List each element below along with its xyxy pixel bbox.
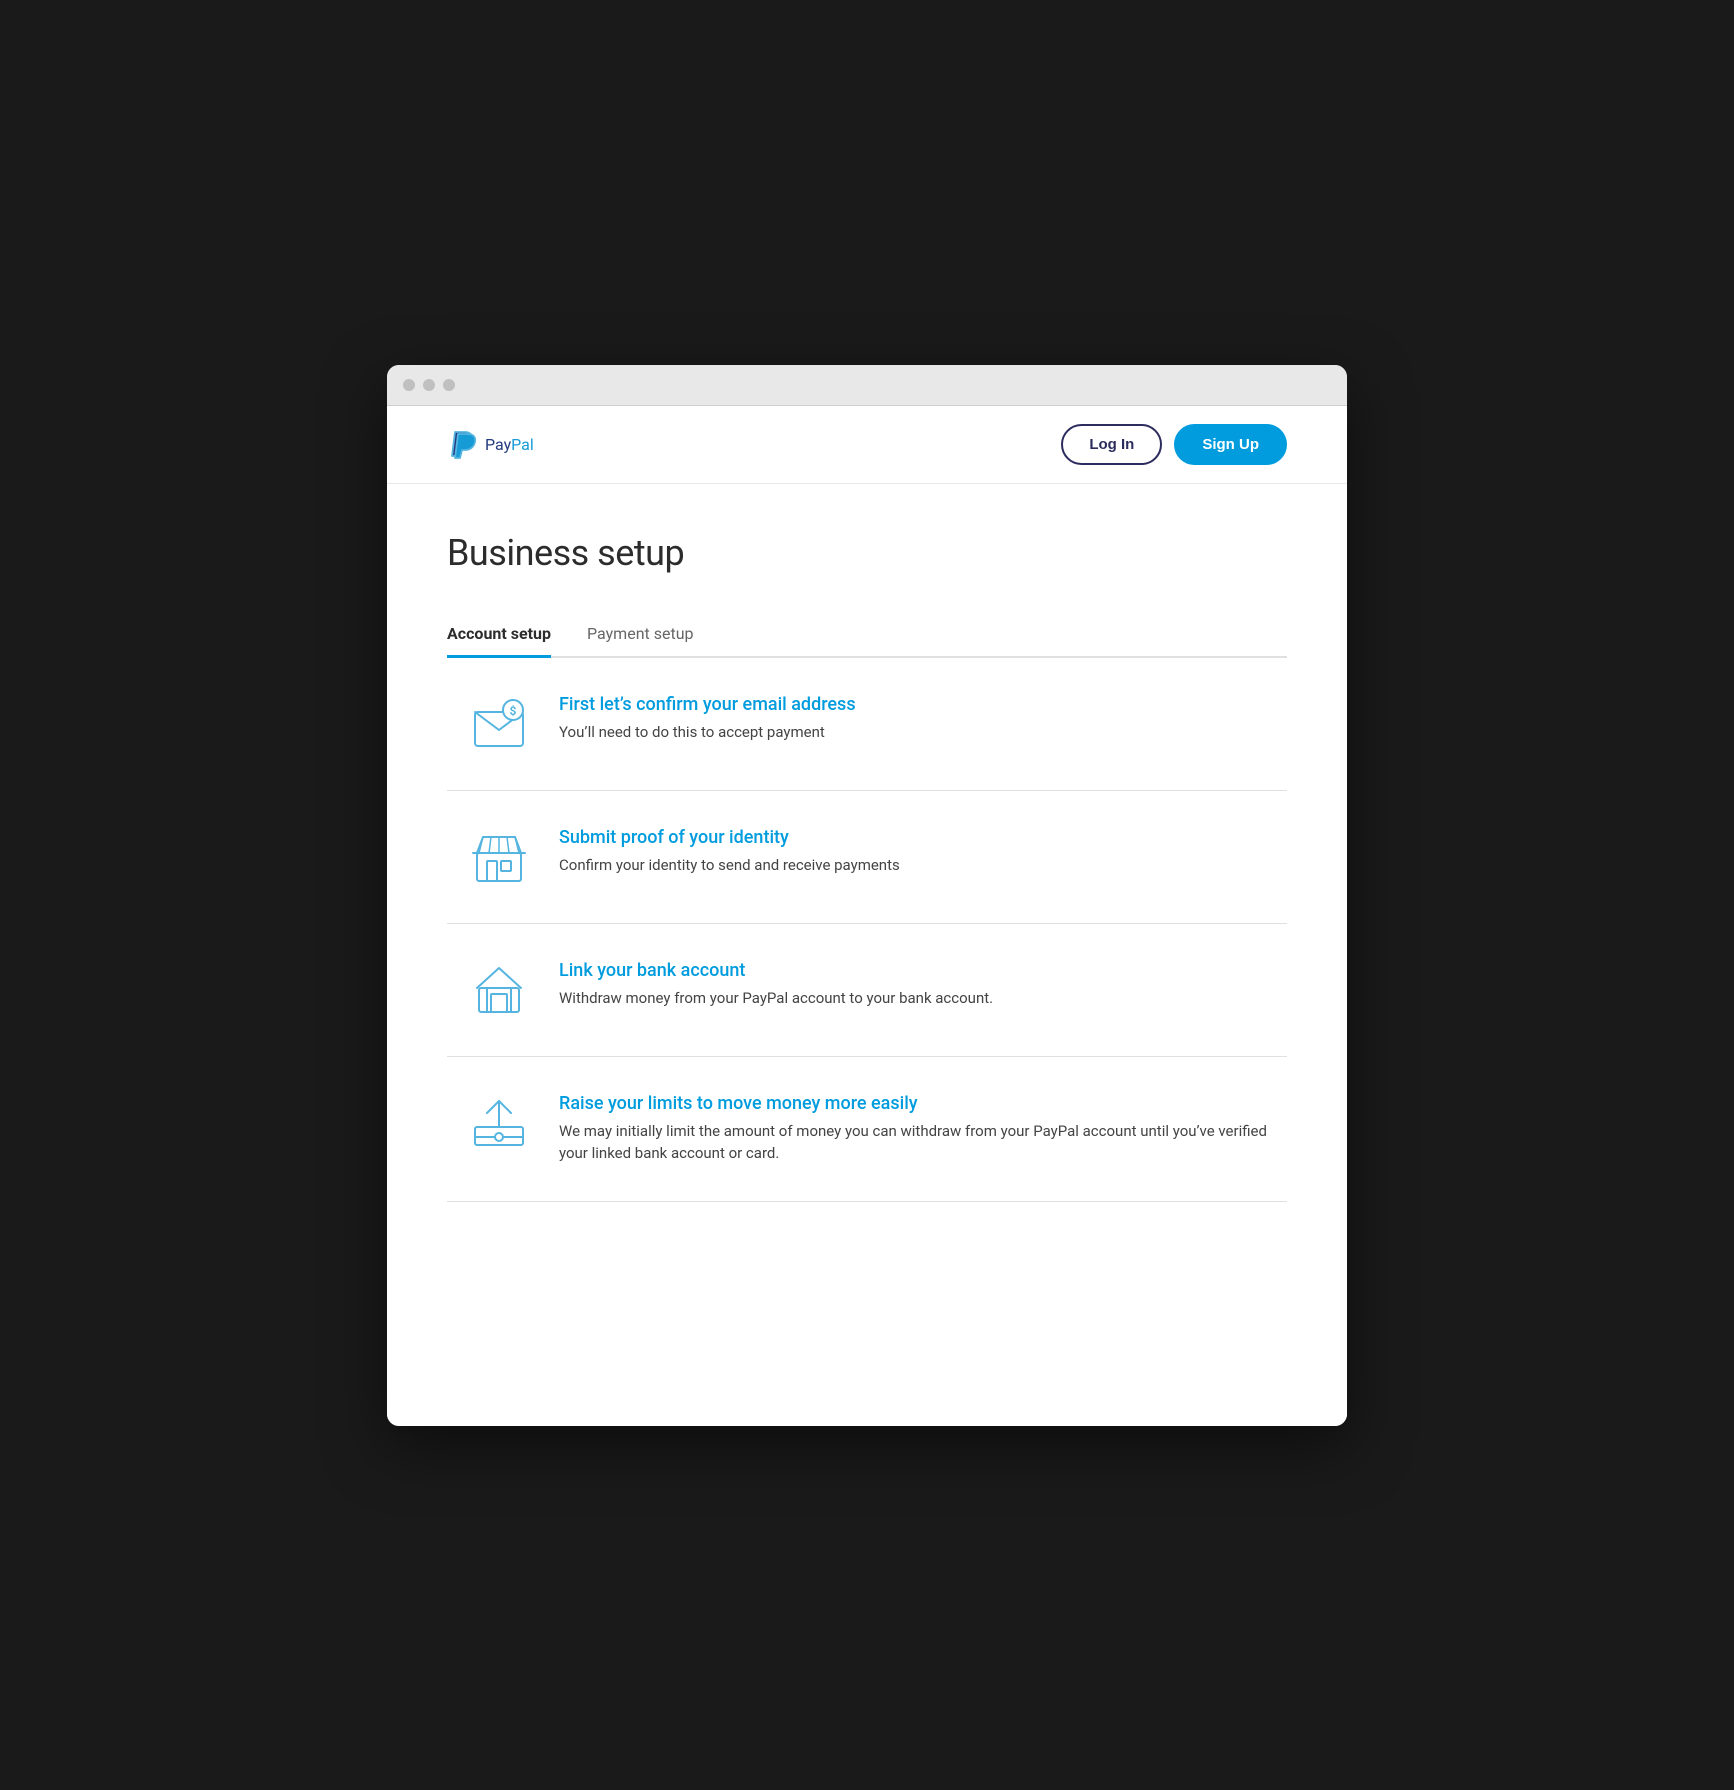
card-identity-desc: Confirm your identity to send and receiv…	[559, 854, 1267, 877]
browser-window: PayPal Log In Sign Up Business setup Acc…	[387, 365, 1347, 1426]
svg-text:$: $	[510, 704, 517, 718]
browser-dot-yellow	[423, 379, 435, 391]
navbar: PayPal Log In Sign Up	[387, 406, 1347, 484]
card-limits-title[interactable]: Raise your limits to move money more eas…	[559, 1093, 1267, 1114]
tab-payment-setup[interactable]: Payment setup	[587, 612, 694, 658]
nav-buttons: Log In Sign Up	[1061, 424, 1287, 465]
signup-button[interactable]: Sign Up	[1174, 424, 1287, 465]
logo-pay: Pay	[485, 435, 511, 454]
card-identity-body: Submit proof of your identity Confirm yo…	[559, 827, 1267, 877]
card-email-desc: You’ll need to do this to accept payment	[559, 721, 1267, 744]
browser-chrome	[387, 365, 1347, 406]
card-limits-body: Raise your limits to move money more eas…	[559, 1093, 1267, 1165]
card-limits: Raise your limits to move money more eas…	[447, 1057, 1287, 1202]
logo-text: PayPal	[485, 435, 534, 454]
card-email: $ First let’s confirm your email address…	[447, 658, 1287, 791]
card-bank: Link your bank account Withdraw money fr…	[447, 924, 1287, 1057]
setup-cards: $ First let’s confirm your email address…	[447, 658, 1287, 1202]
upload-icon	[467, 1093, 531, 1153]
card-identity: Submit proof of your identity Confirm yo…	[447, 791, 1287, 924]
card-email-body: First let’s confirm your email address Y…	[559, 694, 1267, 744]
card-bank-desc: Withdraw money from your PayPal account …	[559, 987, 1267, 1010]
logo-pal: Pal	[511, 435, 534, 454]
main-content: Business setup Account setup Payment set…	[387, 484, 1347, 1262]
login-button[interactable]: Log In	[1061, 424, 1162, 465]
page-title: Business setup	[447, 532, 1287, 574]
bank-icon	[467, 960, 531, 1020]
tab-account-setup[interactable]: Account setup	[447, 612, 551, 658]
browser-dot-green	[443, 379, 455, 391]
card-email-title[interactable]: First let’s confirm your email address	[559, 694, 1267, 715]
card-bank-title[interactable]: Link your bank account	[559, 960, 1267, 981]
paypal-logo: PayPal	[447, 428, 534, 460]
page-content: PayPal Log In Sign Up Business setup Acc…	[387, 406, 1347, 1426]
browser-dot-red	[403, 379, 415, 391]
card-identity-title[interactable]: Submit proof of your identity	[559, 827, 1267, 848]
card-limits-desc: We may initially limit the amount of mon…	[559, 1120, 1267, 1165]
store-icon	[467, 827, 531, 887]
email-icon: $	[467, 694, 531, 754]
card-bank-body: Link your bank account Withdraw money fr…	[559, 960, 1267, 1010]
tabs-container: Account setup Payment setup	[447, 610, 1287, 658]
